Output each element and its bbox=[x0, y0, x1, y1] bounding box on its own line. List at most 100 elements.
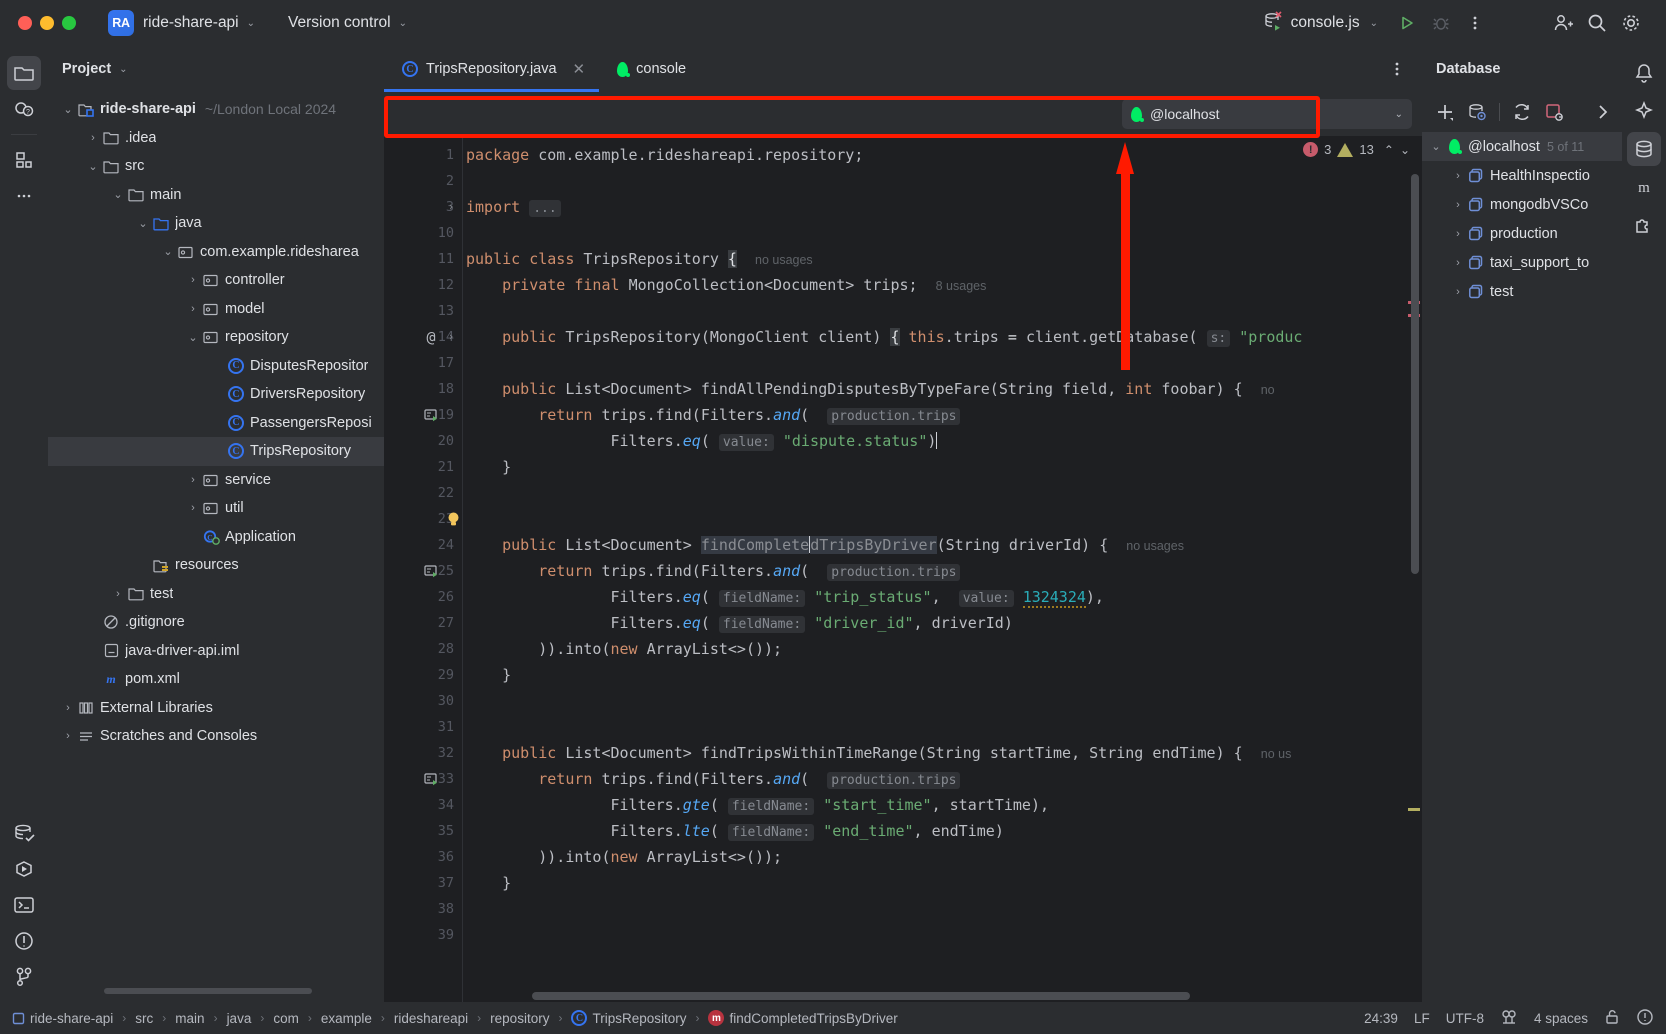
gutter-line[interactable]: 32 bbox=[384, 740, 462, 766]
code-line[interactable] bbox=[462, 298, 1422, 324]
code-line[interactable]: } bbox=[462, 870, 1422, 896]
sidebar-item-database-check[interactable] bbox=[7, 816, 41, 850]
gutter-line[interactable]: 21 bbox=[384, 454, 462, 480]
code-line[interactable]: Filters.eq( fieldName: "driver_id", driv… bbox=[462, 610, 1422, 636]
gutter-line[interactable]: 10 bbox=[384, 220, 462, 246]
project-tree-row[interactable]: › Scratches and Consoles bbox=[48, 722, 384, 751]
breadcrumb-item[interactable]: src bbox=[135, 1011, 153, 1026]
code-line[interactable]: Filters.eq( value: "dispute.status") bbox=[462, 428, 1422, 454]
project-panel-header[interactable]: Project ⌄ bbox=[48, 46, 384, 92]
chevron-down-icon[interactable]: ⌄ bbox=[85, 160, 101, 173]
gutter-line[interactable]: 29 bbox=[384, 662, 462, 688]
breadcrumb-item[interactable]: com bbox=[273, 1011, 299, 1026]
project-tree-row[interactable]: C DriversRepository bbox=[48, 380, 384, 409]
gutter-line[interactable]: 1 bbox=[384, 142, 462, 168]
sidebar-item-notifications[interactable] bbox=[1627, 56, 1661, 90]
sidebar-item-run[interactable] bbox=[7, 852, 41, 886]
connection-selector-dropdown[interactable]: @localhost ⌄ bbox=[1122, 99, 1412, 129]
breadcrumb-item[interactable]: repository bbox=[490, 1011, 549, 1026]
run-button[interactable] bbox=[1390, 8, 1424, 38]
annotation-icon[interactable]: @ bbox=[420, 324, 442, 350]
project-tree-row[interactable]: C PassengersReposi bbox=[48, 409, 384, 438]
editor-horizontal-scrollbar[interactable] bbox=[462, 992, 1410, 1000]
gutter-line[interactable]: 3 › bbox=[384, 194, 462, 220]
gutter-line[interactable]: 28 bbox=[384, 636, 462, 662]
window-controls[interactable] bbox=[0, 16, 76, 30]
gutter-line[interactable]: 11 bbox=[384, 246, 462, 272]
code-line[interactable]: public TripsRepository(MongoClient clien… bbox=[462, 324, 1422, 350]
code-line[interactable]: Filters.gte( fieldName: "start_time", st… bbox=[462, 792, 1422, 818]
gutter-line[interactable]: 2 bbox=[384, 168, 462, 194]
code-line[interactable]: } bbox=[462, 662, 1422, 688]
database-tree[interactable]: ⌄ @localhost 5 of 11 › HealthInspectio › mongo… bbox=[1422, 132, 1622, 1002]
indent-setting[interactable]: 4 spaces bbox=[1534, 1011, 1588, 1026]
sidebar-item-maven[interactable]: m bbox=[1627, 170, 1661, 204]
gutter-line[interactable]: 30 bbox=[384, 688, 462, 714]
sidebar-item-database[interactable] bbox=[1627, 132, 1661, 166]
gutter-line[interactable]: 19 bbox=[384, 402, 462, 428]
breadcrumb-item[interactable]: main bbox=[175, 1011, 204, 1026]
stop-square-icon[interactable] bbox=[1539, 98, 1569, 126]
project-tree-row[interactable]: › service bbox=[48, 466, 384, 495]
breadcrumb[interactable]: ride-share-api › src › main › java › com › example… bbox=[12, 1010, 898, 1026]
code-line[interactable]: import ... bbox=[462, 194, 1422, 220]
inspections-icon[interactable] bbox=[1636, 1008, 1654, 1029]
sidebar-item-commit[interactable]: ? bbox=[7, 92, 41, 126]
file-encoding[interactable]: UTF-8 bbox=[1446, 1011, 1484, 1026]
more-actions-button[interactable] bbox=[1458, 8, 1492, 38]
gutter-line[interactable]: 39 bbox=[384, 922, 462, 948]
project-tree-row[interactable]: ⌄ java bbox=[48, 209, 384, 238]
fold-toggle[interactable]: › bbox=[444, 324, 458, 350]
project-horizontal-scrollbar[interactable] bbox=[60, 986, 372, 996]
gutter-line[interactable]: 18 bbox=[384, 376, 462, 402]
code-line[interactable]: )).into(new ArrayList<>()); bbox=[462, 844, 1422, 870]
project-tree-row[interactable]: › model bbox=[48, 295, 384, 324]
project-tree-row[interactable]: resources bbox=[48, 551, 384, 580]
project-tree-row[interactable]: › External Libraries bbox=[48, 694, 384, 723]
sidebar-item-project[interactable] bbox=[7, 56, 41, 90]
project-tree-row[interactable]: ⌄ com.example.ridesharea bbox=[48, 238, 384, 267]
sidebar-item-problems[interactable] bbox=[7, 924, 41, 958]
breadcrumb-item[interactable]: ride-share-api bbox=[12, 1011, 113, 1026]
project-selector[interactable]: RA ride-share-api ⌄ bbox=[76, 10, 255, 36]
lock-icon[interactable] bbox=[1604, 1009, 1620, 1028]
close-tab-button[interactable]: ✕ bbox=[573, 60, 586, 78]
gutter-line[interactable]: 17 bbox=[384, 350, 462, 376]
project-tree-row[interactable]: › test bbox=[48, 580, 384, 609]
breadcrumb-item[interactable]: m findCompletedTripsByDriver bbox=[708, 1010, 898, 1026]
project-tree-row[interactable]: › util bbox=[48, 494, 384, 523]
chevron-down-icon[interactable]: ⌄ bbox=[119, 64, 127, 75]
search-everywhere-button[interactable] bbox=[1580, 8, 1614, 38]
previous-problem-button[interactable]: ⌃ bbox=[1384, 143, 1394, 157]
database-tree-row[interactable]: ⌄ @localhost 5 of 11 bbox=[1422, 132, 1622, 161]
settings-gear-icon[interactable] bbox=[1614, 8, 1648, 38]
gutter-line[interactable]: 38 bbox=[384, 896, 462, 922]
sidebar-item-git[interactable] bbox=[7, 960, 41, 994]
breadcrumb-item[interactable]: rideshareapi bbox=[394, 1011, 468, 1026]
gutter-line[interactable]: 14 @ › bbox=[384, 324, 462, 350]
warning-stripe-mark[interactable] bbox=[1408, 808, 1420, 811]
code-line[interactable]: Filters.eq( fieldName: "trip_status", va… bbox=[462, 584, 1422, 610]
code-line[interactable]: return trips.find(Filters.and( productio… bbox=[462, 558, 1422, 584]
chevron-down-icon[interactable]: ⌄ bbox=[60, 103, 76, 116]
breadcrumb-item[interactable]: example bbox=[321, 1011, 372, 1026]
code-line[interactable] bbox=[462, 922, 1422, 948]
gutter-line[interactable]: 13 bbox=[384, 298, 462, 324]
chevron-down-icon[interactable]: ⌄ bbox=[160, 245, 176, 258]
code-line[interactable] bbox=[462, 168, 1422, 194]
code-line[interactable]: Filters.lte( fieldName: "end_time", endT… bbox=[462, 818, 1422, 844]
code-line[interactable] bbox=[462, 688, 1422, 714]
gutter-line[interactable]: 33 bbox=[384, 766, 462, 792]
editor-code-content[interactable]: package com.example.rideshareapi.reposit… bbox=[462, 136, 1422, 1002]
gutter-line[interactable]: 31 bbox=[384, 714, 462, 740]
chevron-right-icon[interactable]: › bbox=[185, 502, 201, 514]
database-gear-icon[interactable] bbox=[1462, 98, 1492, 126]
database-tree-row[interactable]: › test bbox=[1422, 277, 1622, 306]
chevron-right-icon[interactable]: › bbox=[1450, 286, 1466, 298]
chevron-down-icon[interactable]: ⌄ bbox=[185, 331, 201, 344]
project-tree-row[interactable]: C DisputesRepositor bbox=[48, 352, 384, 381]
code-line[interactable]: } bbox=[462, 454, 1422, 480]
code-line[interactable] bbox=[462, 350, 1422, 376]
gutter-line[interactable]: 22 bbox=[384, 480, 462, 506]
code-line[interactable]: public List<Document> findTripsWithinTim… bbox=[462, 740, 1422, 766]
